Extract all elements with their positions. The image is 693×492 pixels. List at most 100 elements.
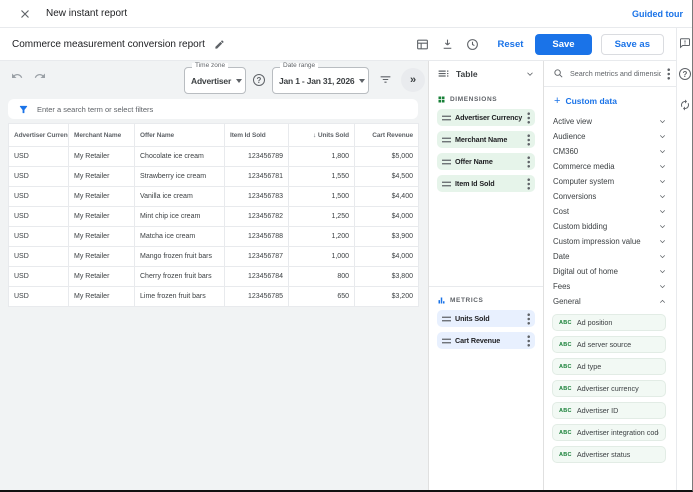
category-row-general[interactable]: General (544, 294, 676, 309)
report-canvas: Time zone Advertiser ? Date range Jan 1 … (0, 61, 428, 492)
category-row-computer-system[interactable]: Computer system (544, 174, 676, 189)
column-header[interactable]: Cart Revenue (355, 124, 419, 147)
metric-chip[interactable]: Cart Revenue (437, 332, 535, 349)
table-export-icon[interactable] (412, 33, 434, 55)
more-vertical-icon[interactable] (667, 68, 671, 80)
table-cell: USD (9, 187, 69, 207)
redo-icon[interactable] (33, 70, 47, 82)
table-row[interactable]: USDMy RetailerLime frozen fruit bars1234… (9, 287, 419, 307)
category-row-date[interactable]: Date (544, 249, 676, 264)
save-button[interactable]: Save (535, 34, 591, 55)
table-cell: $4,000 (355, 247, 419, 267)
category-row-commerce-media[interactable]: Commerce media (544, 159, 676, 174)
dimensions-section-label: DIMENSIONS (429, 86, 543, 109)
column-header[interactable]: Advertiser Currency (9, 124, 69, 147)
dimension-chip[interactable]: Merchant Name (437, 131, 535, 148)
column-header[interactable]: Item Id Sold (225, 124, 289, 147)
category-label: Audience (553, 132, 586, 141)
field-chip[interactable]: ABC Advertiser ID (552, 402, 666, 419)
sync-icon[interactable] (679, 99, 691, 111)
metric-chip[interactable]: Units Sold (437, 310, 535, 327)
column-header[interactable]: Offer Name (135, 124, 225, 147)
field-label: Advertiser ID (577, 406, 619, 415)
chevron-down-icon (658, 237, 667, 246)
table-row[interactable]: USDMy RetailerMatcha ice cream1234567881… (9, 227, 419, 247)
table-row[interactable]: USDMy RetailerChocolate ice cream1234567… (9, 147, 419, 167)
reset-button[interactable]: Reset (498, 39, 524, 50)
table-row[interactable]: USDMy RetailerCherry frozen fruit bars12… (9, 267, 419, 287)
drag-handle-icon[interactable] (442, 181, 451, 187)
time-zone-help-icon[interactable]: ? (253, 74, 265, 86)
table-row[interactable]: USDMy RetailerStrawberry ice cream123456… (9, 167, 419, 187)
time-zone-select[interactable]: Time zone Advertiser (184, 67, 246, 94)
category-row-conversions[interactable]: Conversions (544, 189, 676, 204)
drag-handle-icon[interactable] (442, 316, 451, 322)
chevron-down-icon (658, 207, 667, 216)
chevron-down-icon (658, 192, 667, 201)
more-vertical-icon[interactable] (527, 134, 531, 146)
table-cell: $4,400 (355, 187, 419, 207)
dimension-chip[interactable]: Advertiser Currency (437, 109, 535, 126)
date-range-select[interactable]: Date range Jan 1 - Jan 31, 2026 (272, 67, 369, 94)
guided-tour-link[interactable]: Guided tour (632, 9, 683, 19)
column-header[interactable]: ↓ Units Sold (289, 124, 355, 147)
metrics-icon (437, 296, 446, 305)
more-vertical-icon[interactable] (527, 156, 531, 168)
drag-handle-icon[interactable] (442, 338, 451, 344)
field-chip[interactable]: ABCAd position (552, 314, 666, 331)
category-row-custom-impression-value[interactable]: Custom impression value (544, 234, 676, 249)
edit-pencil-icon[interactable] (214, 39, 225, 50)
undo-icon[interactable] (10, 70, 24, 82)
field-chip[interactable]: ABCAd server source (552, 336, 666, 353)
field-chip[interactable]: ABCAdvertiser integration code (552, 424, 666, 441)
table-row[interactable]: USDMy RetailerMint chip ice cream1234567… (9, 207, 419, 227)
chevron-down-icon (658, 282, 667, 291)
filter-bar (8, 99, 418, 119)
schedule-clock-icon[interactable] (462, 33, 484, 55)
category-row-custom-bidding[interactable]: Custom bidding (544, 219, 676, 234)
report-title: Commerce measurement conversion report (12, 39, 205, 50)
more-vertical-icon[interactable] (527, 112, 531, 124)
field-chip[interactable]: ABCAd type (552, 358, 666, 375)
page-title: New instant report (46, 8, 127, 19)
category-list: Active viewAudienceCM360Commerce mediaCo… (544, 112, 676, 309)
category-row-cost[interactable]: Cost (544, 204, 676, 219)
add-custom-data-button[interactable]: + Custom data (544, 87, 676, 112)
filter-search-input[interactable] (37, 105, 408, 114)
table-cell: My Retailer (69, 167, 135, 187)
drag-handle-icon[interactable] (442, 159, 451, 165)
feedback-icon[interactable] (679, 37, 691, 49)
field-chip[interactable]: ABCAdvertiser status (552, 446, 666, 463)
dimensions-icon (437, 95, 446, 104)
field-label: Advertiser currency (577, 384, 639, 393)
table-row[interactable]: USDMy RetailerVanilla ice cream123456783… (9, 187, 419, 207)
top-bar: New instant report Guided tour (0, 0, 693, 28)
download-icon[interactable] (437, 33, 459, 55)
drag-handle-icon[interactable] (442, 137, 451, 143)
table-row[interactable]: USDMy RetailerMango frozen fruit bars123… (9, 247, 419, 267)
close-icon[interactable] (18, 7, 32, 21)
category-row-audience[interactable]: Audience (544, 129, 676, 144)
more-vertical-icon[interactable] (527, 178, 531, 190)
field-chip[interactable]: ABCAdvertiser currency (552, 380, 666, 397)
category-row-active-view[interactable]: Active view (544, 114, 676, 129)
category-row-digital-out-of-home[interactable]: Digital out of home (544, 264, 676, 279)
report-header-bar: Commerce measurement conversion report R… (0, 28, 676, 61)
search-input[interactable] (570, 69, 661, 78)
drag-handle-icon[interactable] (442, 115, 451, 121)
dimension-chip[interactable]: Offer Name (437, 153, 535, 170)
table-cell: My Retailer (69, 147, 135, 167)
chart-type-selector[interactable]: Table (429, 61, 543, 86)
save-as-button[interactable]: Save as (601, 34, 664, 55)
table-body: USDMy RetailerChocolate ice cream1234567… (9, 147, 419, 307)
more-vertical-icon[interactable] (527, 335, 531, 347)
category-row-cm360[interactable]: CM360 (544, 144, 676, 159)
dimension-chip[interactable]: Item Id Sold (437, 175, 535, 192)
data-type-abc-label: ABC (559, 408, 572, 414)
category-row-fees[interactable]: Fees (544, 279, 676, 294)
collapse-panel-button[interactable]: » (401, 68, 425, 92)
help-icon[interactable]: ? (679, 68, 691, 80)
column-header[interactable]: Merchant Name (69, 124, 135, 147)
more-vertical-icon[interactable] (527, 313, 531, 325)
filter-list-icon[interactable] (379, 73, 392, 86)
